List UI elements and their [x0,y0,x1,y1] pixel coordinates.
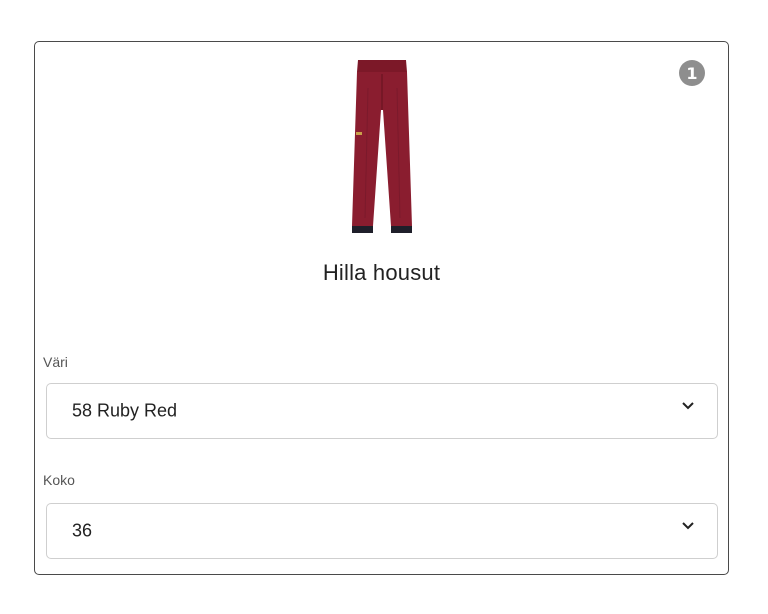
product-card: 1 Hilla housut Väri 58 Ruby Red Koko 36 [34,41,729,575]
size-label: Koko [43,472,75,488]
pants-icon [352,60,412,233]
product-name: Hilla housut [322,260,441,285]
info-badge-number: 1 [686,63,698,83]
size-select[interactable]: 36 [46,503,718,559]
color-select[interactable]: 58 Ruby Red [46,383,718,439]
chevron-down-icon [681,521,695,531]
chevron-down-icon [681,401,695,411]
info-badge[interactable]: 1 [679,60,705,86]
color-label: Väri [43,354,68,370]
size-select-value: 36 [72,520,93,541]
color-select-value: 58 Ruby Red [72,400,178,421]
product-image [342,58,422,236]
